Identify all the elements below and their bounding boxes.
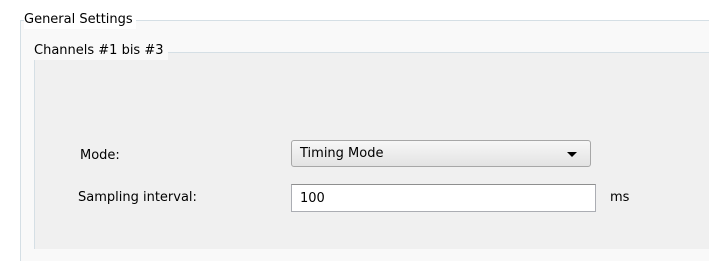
general-settings-title: General Settings [24,11,136,29]
channels-group-title: Channels #1 bis #3 [32,42,168,60]
sampling-interval-unit: ms [610,190,630,205]
sampling-interval-input[interactable] [291,184,596,212]
chevron-down-icon[interactable] [567,152,577,157]
mode-select[interactable]: Timing Mode [291,140,591,167]
mode-select-value: Timing Mode [300,146,384,161]
sampling-interval-label: Sampling interval: [78,190,197,205]
mode-label: Mode: [80,148,120,163]
